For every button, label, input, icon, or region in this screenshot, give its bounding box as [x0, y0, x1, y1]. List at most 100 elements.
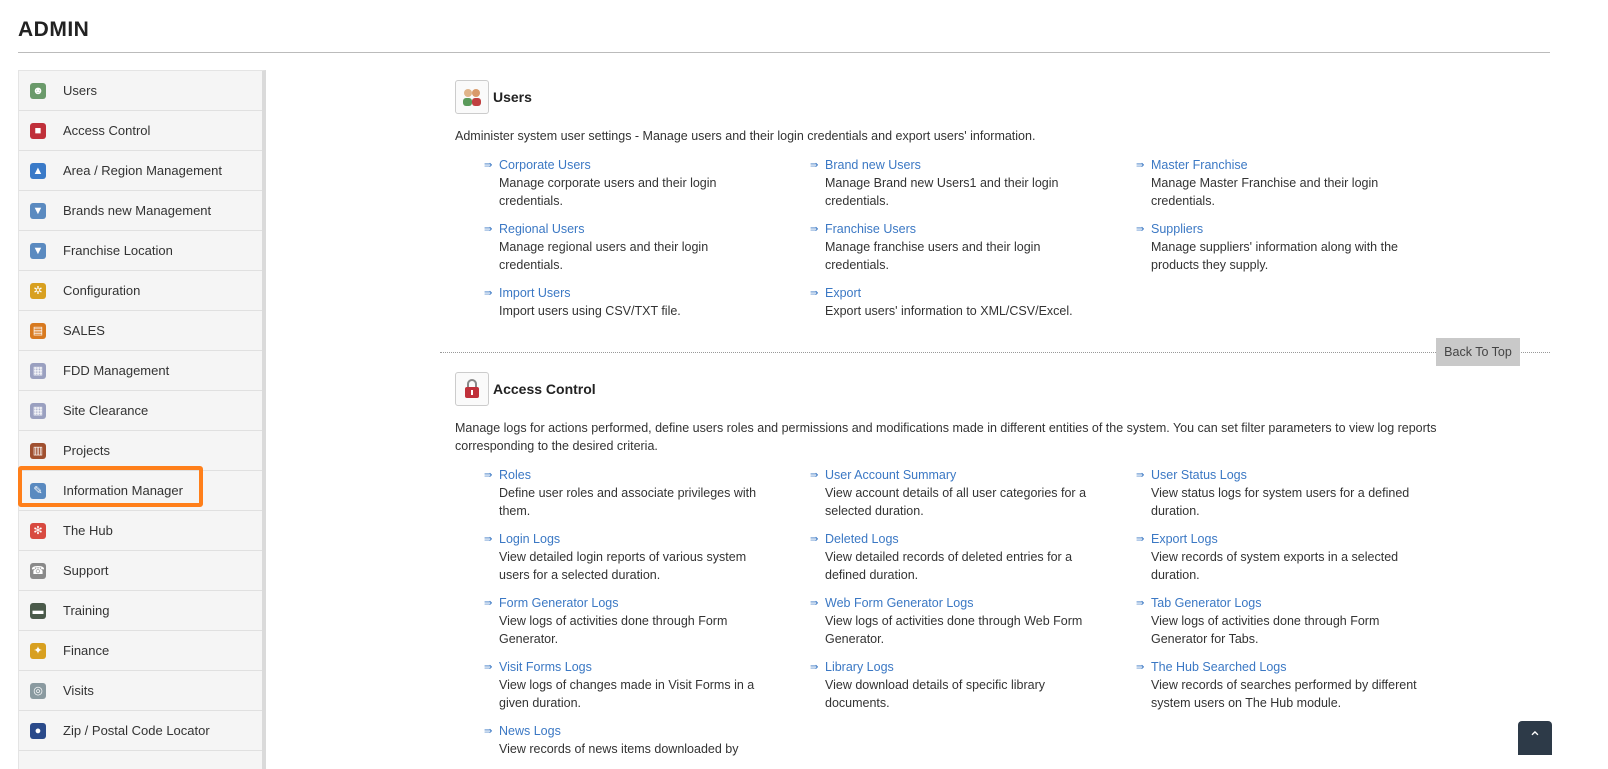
- arrow-bullet-icon: ⇛: [1136, 662, 1145, 673]
- sidebar-item-label: Area / Region Management: [63, 163, 222, 178]
- arrow-bullet-icon: ⇛: [810, 534, 819, 545]
- link-item: ⇛ Corporate Users Manage corporate users a…: [484, 157, 810, 210]
- arrow-bullet-icon: ⇛: [484, 598, 493, 609]
- link-item: ⇛ Master Franchise Manage Master Franchise…: [1136, 157, 1436, 210]
- link-description: View records of system exports in a sele…: [1151, 550, 1399, 582]
- link-item: ⇛ Form Generator Logs View logs of activit…: [484, 595, 810, 648]
- sidebar-item-label: Zip / Postal Code Locator: [63, 723, 210, 738]
- link-description: View detailed records of deleted entries…: [825, 550, 1073, 582]
- access-links-grid: ⇛ Roles Define user roles and associate pr…: [484, 467, 1550, 758]
- link-description: Manage suppliers' information along with…: [1151, 240, 1398, 272]
- link-suppliers[interactable]: Suppliers: [1151, 221, 1436, 238]
- sidebar-item-finance[interactable]: ✦ Finance: [19, 631, 262, 671]
- link-user-account-summary[interactable]: User Account Summary: [825, 467, 1136, 484]
- link-export-logs[interactable]: Export Logs: [1151, 531, 1436, 548]
- sidebar-item-zip-postal-code-locator[interactable]: ● Zip / Postal Code Locator: [19, 711, 262, 751]
- sidebar-item-label: Finance: [63, 643, 110, 658]
- sidebar-item-users[interactable]: ☻ Users: [19, 71, 262, 111]
- link-corporate-users[interactable]: Corporate Users: [499, 157, 810, 174]
- sidebar-item-the-hub[interactable]: ✻ The Hub: [19, 511, 262, 551]
- link-user-status-logs[interactable]: User Status Logs: [1151, 467, 1436, 484]
- link-item: ⇛ Export Export users' information to XML/…: [810, 285, 1136, 320]
- sidebar-item-label: Training: [63, 603, 110, 618]
- sidebar-item-information-manager[interactable]: ✎ Information Manager: [19, 471, 262, 511]
- link-deleted-logs[interactable]: Deleted Logs: [825, 531, 1136, 548]
- back-to-top-button[interactable]: Back To Top: [1436, 338, 1520, 366]
- sidebar-item-label: Access Control: [63, 123, 151, 138]
- link-description: Export users' information to XML/CSV/Exc…: [825, 304, 1073, 318]
- clearance-icon: ▦: [30, 402, 46, 419]
- link-form-generator-logs[interactable]: Form Generator Logs: [499, 595, 810, 612]
- sidebar-item-franchise-location[interactable]: ▼ Franchise Location: [19, 231, 262, 271]
- sidebar-item-area-region-management[interactable]: ▲ Area / Region Management: [19, 151, 262, 191]
- globe-icon: ●: [30, 722, 46, 739]
- link-export[interactable]: Export: [825, 285, 1136, 302]
- section-divider: Back To Top: [440, 338, 1550, 366]
- link-item: ⇛ Visit Forms Logs View logs of changes ma…: [484, 659, 810, 712]
- access-control-section: Access Control Manage logs for actions p…: [440, 372, 1550, 758]
- arrow-bullet-icon: ⇛: [484, 224, 493, 235]
- dotted-rule: [440, 352, 1550, 353]
- link-roles[interactable]: Roles: [499, 467, 810, 484]
- link-import-users[interactable]: Import Users: [499, 285, 810, 302]
- users-icon: ☻: [30, 82, 46, 99]
- sidebar-item-label: Support: [63, 563, 109, 578]
- link-visit-forms-logs[interactable]: Visit Forms Logs: [499, 659, 810, 676]
- link-item: ⇛ Deleted Logs View detailed records of de…: [810, 531, 1136, 584]
- link-tab-generator-logs[interactable]: Tab Generator Logs: [1151, 595, 1436, 612]
- sidebar-item-sales[interactable]: ▤ SALES: [19, 311, 262, 351]
- arrow-bullet-icon: ⇛: [810, 224, 819, 235]
- sidebar-item-support[interactable]: ☎ Support: [19, 551, 262, 591]
- link-item: ⇛ Regional Users Manage regional users and…: [484, 221, 810, 274]
- link-description: Manage corporate users and their login c…: [499, 176, 717, 208]
- link-regional-users[interactable]: Regional Users: [499, 221, 810, 238]
- link-description: View download details of specific librar…: [825, 678, 1046, 710]
- link-description: View logs of activities done through Web…: [825, 614, 1083, 646]
- link-description: View logs of activities done through For…: [1151, 614, 1380, 646]
- sidebar-item-label: SALES: [63, 323, 105, 338]
- users-section-header: Users: [455, 80, 1550, 114]
- arrow-bullet-icon: ⇛: [1136, 224, 1145, 235]
- sidebar-item-site-clearance[interactable]: ▦ Site Clearance: [19, 391, 262, 431]
- link-the-hub-searched-logs[interactable]: The Hub Searched Logs: [1151, 659, 1436, 676]
- link-item: ⇛ Franchise Users Manage franchise users a…: [810, 221, 1136, 274]
- double-chevron-up-icon: ⌃: [1528, 730, 1542, 747]
- link-description: View records of news items downloaded by: [499, 742, 739, 756]
- sidebar-item-fdd-management[interactable]: ▦ FDD Management: [19, 351, 262, 391]
- scroll-to-top-button[interactable]: ⌃: [1518, 721, 1552, 755]
- link-description: Manage Master Franchise and their login …: [1151, 176, 1379, 208]
- arrow-bullet-icon: ⇛: [484, 662, 493, 673]
- sidebar-item-label: Visits: [63, 683, 94, 698]
- link-item: ⇛ Roles Define user roles and associate pr…: [484, 467, 810, 520]
- arrow-bullet-icon: ⇛: [1136, 598, 1145, 609]
- sidebar-item-visits[interactable]: ◎ Visits: [19, 671, 262, 711]
- training-icon: ▬: [30, 602, 46, 619]
- link-login-logs[interactable]: Login Logs: [499, 531, 810, 548]
- link-description: Manage Brand new Users1 and their login …: [825, 176, 1059, 208]
- link-description: Manage franchise users and their login c…: [825, 240, 1041, 272]
- arrow-bullet-icon: ⇛: [1136, 534, 1145, 545]
- title-divider: [18, 52, 1550, 53]
- sidebar-item-training[interactable]: ▬ Training: [19, 591, 262, 631]
- sales-icon: ▤: [30, 322, 46, 339]
- arrow-bullet-icon: ⇛: [810, 470, 819, 481]
- lock-icon: ■: [30, 122, 46, 139]
- link-library-logs[interactable]: Library Logs: [825, 659, 1136, 676]
- link-description: View records of searches performed by di…: [1151, 678, 1417, 710]
- link-news-logs[interactable]: News Logs: [499, 723, 810, 740]
- link-item: ⇛ Tab Generator Logs View logs of activiti…: [1136, 595, 1436, 648]
- sidebar-item-configuration[interactable]: ✲ Configuration: [19, 271, 262, 311]
- link-brand-new-users[interactable]: Brand new Users: [825, 157, 1136, 174]
- link-franchise-users[interactable]: Franchise Users: [825, 221, 1136, 238]
- support-icon: ☎: [30, 562, 46, 579]
- link-master-franchise[interactable]: Master Franchise: [1151, 157, 1436, 174]
- location-icon: ▼: [30, 242, 46, 259]
- link-web-form-generator-logs[interactable]: Web Form Generator Logs: [825, 595, 1136, 612]
- arrow-bullet-icon: ⇛: [1136, 470, 1145, 481]
- sidebar-item-projects[interactable]: ▥ Projects: [19, 431, 262, 471]
- sidebar-item-brands-new-management[interactable]: ▼ Brands new Management: [19, 191, 262, 231]
- sidebar-item-access-control[interactable]: ■ Access Control: [19, 111, 262, 151]
- sidebar-item-label: Information Manager: [63, 483, 183, 498]
- sidebar-item-label: Configuration: [63, 283, 141, 298]
- lock-icon: [455, 372, 489, 406]
